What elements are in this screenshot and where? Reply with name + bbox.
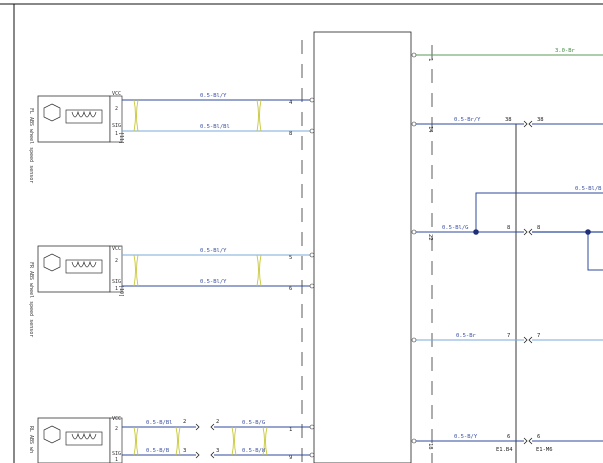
sensor-1-sig-label: SIG [112,123,121,129]
pin-r2-b-label: 38 [537,117,544,123]
mid-connector-2-icon [195,423,215,431]
pin-w6 [309,452,315,458]
wire-r1-label: 3.0-Br [555,48,576,54]
abs-module-box [313,31,412,463]
sensor-3-vcc-label: VCC [112,416,121,422]
wiring-diagram: VCC SIG 2 1 FL ABS wheel speed sensor [1… [0,3,603,463]
pin-w2-label: 8 [289,131,292,137]
sensor-2: VCC SIG 2 1 FR ABS wheel speed sensor [1… [28,245,124,337]
pin-r2-left-label: 14 [427,126,433,133]
wire-r3-label: 0.5-Bl/B [575,186,602,192]
twist-w5-b [175,426,181,456]
connector-r5-icon [523,336,533,344]
connector-r4-icon [523,228,533,236]
sensor-1-connector-label: [11] [118,132,124,144]
pin-w3-label: 5 [289,255,292,261]
wire-r2-label: 0.5-Br/Y [454,117,481,123]
pin-r2-a-label: 38 [505,117,512,123]
sensor-1-pin-bot: 1 [115,131,118,137]
connector-r6-icon [523,437,533,445]
mid-pin-3-left: 3 [183,448,186,454]
wire-w6b-label: 0.5-B/W [242,448,266,454]
sensor-1-gear-icon [43,103,61,122]
wire-w2-label: 0.5-Bl/Bl [200,124,230,130]
sensor-1-name-vertical: FL ABS wheel speed sensor [28,108,34,183]
pin-r2 [411,121,417,127]
pin-r6-a-label: 6 [507,434,510,440]
sensor-3-pin-top: 2 [115,426,118,432]
wire-w4-label: 0.5-Bl/Y [200,279,227,285]
pin-w5-label: 1 [289,427,292,433]
pin-r6-b-label: 6 [537,434,540,440]
sensor-2-pin-bot: 1 [115,286,118,292]
twist-w3-b [256,254,262,287]
pin-r5 [411,337,417,343]
pin-w4-label: 6 [289,286,292,292]
twist-w3-a [133,254,139,287]
pin-w3 [309,252,315,258]
wire-w6a-label: 0.5-B/B [146,448,170,454]
sensor-1-vcc-label: VCC [112,91,121,97]
wire-r5-label: 0.5-Br [456,333,477,339]
junction-dot-1 [473,229,479,235]
twist-w5-c [231,426,237,456]
sensor-3-name-vertical: RL ABS wh [28,426,34,453]
sensor-1-pin-top: 2 [115,106,118,112]
pin-r4-a-label: 8 [507,225,510,231]
pin-w1-label: 4 [289,100,293,106]
pin-r6-left-label: 18 [427,443,433,450]
pin-w1 [309,97,315,103]
sensor-1: VCC SIG 2 1 FL ABS wheel speed sensor [1… [28,91,124,183]
twist-w5-a [133,426,139,456]
connector-r2-icon [523,120,533,128]
sensor-2-connector-label: [10] [118,285,124,297]
sensor-2-vcc-label: VCC [112,246,121,252]
sensor-2-pin-top: 2 [115,258,118,264]
wire-r4-label: 0.5-Bl/G [442,225,469,231]
wire-w5b-label: 0.5-B/G [242,420,265,426]
ground-label: E1.B4 [496,447,513,453]
mid-connector-3-icon [195,451,215,459]
wire-w1-label: 0.5-Bl/Y [200,93,227,99]
twist-w1-b [256,99,262,132]
sensor-2-gear-icon [43,253,61,272]
sensor-3-gear-icon [43,425,61,444]
junction-dot-2 [585,229,591,235]
pin-r5-b-label: 7 [537,333,540,339]
pin-r1-label: 1 [427,58,433,61]
wire-r6-label: 0.5-B/Y [454,434,478,440]
pin-r4 [411,229,417,235]
sensor-3: VCC SIG 2 1 RL ABS wh [28,416,123,463]
twist-w1-a [133,99,139,132]
pin-r4-b-label: 8 [537,225,540,231]
pin-r4-left-label: 22 [427,234,433,241]
wire-w3-label: 0.5-Bl/Y [200,248,227,254]
sensor-2-name-vertical: FR ABS wheel speed sensor [28,262,34,337]
pin-w6-label: 9 [289,455,292,461]
pin-r1 [411,52,417,58]
mid-pin-2-left: 2 [183,419,186,425]
mid-pin-2-right: 2 [216,419,219,425]
mid-pin-3-right: 3 [216,448,219,454]
pin-r6 [411,438,417,444]
pin-r5-a-label: 7 [507,333,510,339]
sensor-3-pin-bot: 1 [115,457,118,463]
pin-w4 [309,283,315,289]
module-label: E1-M6 [536,447,553,453]
wire-r4c [587,232,603,271]
pin-w2 [309,128,315,134]
pin-w5 [309,424,315,430]
wire-w5a-label: 0.5-B/Bl [146,420,173,426]
